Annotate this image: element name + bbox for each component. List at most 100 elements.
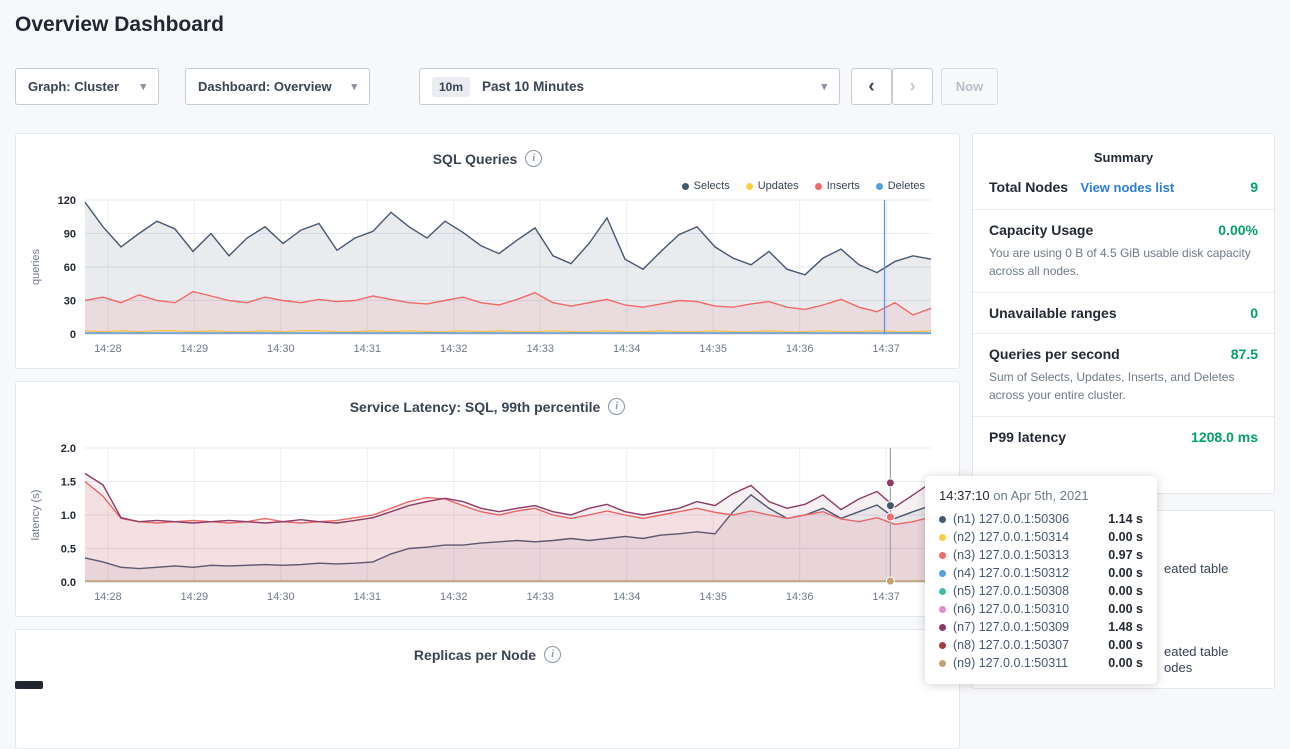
service-latency-title: Service Latency: SQL, 99th percentile i: [16, 398, 959, 415]
time-next-button[interactable]: ›: [892, 68, 933, 105]
partial-tooltip-element: [15, 681, 43, 689]
svg-text:14:36: 14:36: [786, 343, 814, 355]
tooltip-node-label: (n9) 127.0.0.1:50311: [953, 656, 1101, 670]
legend-item-updates[interactable]: Updates: [746, 180, 799, 192]
svg-text:14:36: 14:36: [786, 591, 814, 603]
svg-text:14:29: 14:29: [181, 343, 209, 355]
tooltip-node-value: 0.00 s: [1108, 602, 1143, 616]
time-range-badge: 10m: [432, 77, 470, 97]
chart-title-text: Service Latency: SQL, 99th percentile: [350, 399, 601, 415]
svg-text:14:35: 14:35: [699, 591, 727, 603]
summary-row-label: Queries per second: [989, 346, 1120, 362]
node-color-dot: [939, 624, 946, 631]
chevron-left-icon: ‹: [868, 76, 874, 98]
tooltip-node-value: 1.48 s: [1108, 620, 1143, 634]
dashboard-dropdown[interactable]: Dashboard: Overview ▾: [185, 68, 370, 105]
chevron-right-icon: ›: [909, 76, 915, 98]
summary-row-label: P99 latency: [989, 429, 1066, 445]
svg-text:0.0: 0.0: [61, 577, 76, 589]
summary-row-p99-latency: P99 latency 1208.0 ms: [973, 417, 1274, 457]
svg-text:latency (s): latency (s): [30, 490, 42, 541]
tooltip-node-value: 0.00 s: [1108, 584, 1143, 598]
tooltip-date: on Apr 5th, 2021: [990, 488, 1089, 503]
tooltip-row: (n4) 127.0.0.1:50312 0.00 s: [939, 564, 1143, 582]
svg-text:1.0: 1.0: [61, 510, 76, 522]
time-range-dropdown[interactable]: 10m Past 10 Minutes ▾: [419, 68, 840, 105]
node-color-dot: [939, 606, 946, 613]
svg-text:14:33: 14:33: [526, 591, 554, 603]
summary-row-subtext: You are using 0 B of 4.5 GiB usable disk…: [989, 244, 1258, 280]
svg-text:14:34: 14:34: [613, 591, 641, 603]
svg-text:2.0: 2.0: [61, 443, 76, 455]
info-icon[interactable]: i: [544, 646, 561, 663]
tooltip-timestamp: 14:37:10 on Apr 5th, 2021: [939, 488, 1143, 503]
tooltip-node-label: (n1) 127.0.0.1:50306: [953, 512, 1101, 526]
tooltip-node-value: 0.00 s: [1108, 566, 1143, 580]
graph-dropdown[interactable]: Graph: Cluster ▾: [15, 68, 159, 105]
svg-text:14:31: 14:31: [354, 591, 382, 603]
info-icon[interactable]: i: [525, 150, 542, 167]
series-color-dot: [815, 183, 822, 190]
summary-row-value: 0: [1250, 305, 1258, 321]
legend-item-deletes[interactable]: Deletes: [876, 180, 925, 192]
svg-text:1.5: 1.5: [61, 477, 76, 489]
summary-card: Summary Total Nodes View nodes list 9 Ca…: [972, 133, 1275, 494]
tooltip-node-label: (n6) 127.0.0.1:50310: [953, 602, 1101, 616]
tooltip-node-label: (n2) 127.0.0.1:50314: [953, 530, 1101, 544]
svg-text:60: 60: [64, 262, 76, 274]
tooltip-node-value: 0.00 s: [1108, 638, 1143, 652]
view-nodes-list-link[interactable]: View nodes list: [1081, 180, 1175, 195]
series-color-dot: [746, 183, 753, 190]
chevron-down-icon: ▾: [140, 80, 146, 93]
event-row-fragment[interactable]: eated table: [1164, 644, 1228, 659]
graph-dropdown-label: Graph: Cluster: [28, 79, 119, 94]
tooltip-node-value: 0.97 s: [1108, 548, 1143, 562]
event-row-fragment[interactable]: odes: [1164, 660, 1192, 675]
series-color-dot: [682, 183, 689, 190]
tooltip-node-value: 0.00 s: [1108, 530, 1143, 544]
summary-row-label: Capacity Usage: [989, 222, 1093, 238]
summary-row-total-nodes: Total Nodes View nodes list 9: [973, 167, 1274, 210]
legend-item-inserts[interactable]: Inserts: [815, 180, 860, 192]
node-color-dot: [939, 660, 946, 667]
replicas-per-node-title: Replicas per Node i: [16, 646, 959, 663]
legend-label: Inserts: [827, 180, 860, 192]
time-prev-button[interactable]: ‹: [851, 68, 892, 105]
svg-text:14:34: 14:34: [613, 343, 641, 355]
replicas-per-node-panel: Replicas per Node i: [15, 629, 960, 749]
service-latency-chart[interactable]: 14:2814:2914:3014:3114:3214:3314:3414:35…: [23, 440, 953, 606]
summary-row-value: 87.5: [1231, 346, 1258, 362]
tooltip-time: 14:37:10: [939, 488, 990, 503]
node-color-dot: [939, 570, 946, 577]
summary-row-label: Total Nodes: [989, 179, 1068, 195]
tooltip-node-value: 0.00 s: [1108, 656, 1143, 670]
info-icon[interactable]: i: [608, 398, 625, 415]
svg-text:30: 30: [64, 296, 76, 308]
svg-text:14:32: 14:32: [440, 591, 468, 603]
tooltip-node-label: (n3) 127.0.0.1:50313: [953, 548, 1101, 562]
chevron-down-icon: ▾: [351, 80, 357, 93]
event-row-fragment[interactable]: eated table: [1164, 561, 1228, 576]
time-range-label: Past 10 Minutes: [482, 79, 584, 94]
svg-text:14:31: 14:31: [354, 343, 382, 355]
summary-title: Summary: [973, 150, 1274, 165]
summary-row-capacity-usage: Capacity Usage 0.00% You are using 0 B o…: [973, 210, 1274, 293]
summary-row-value: 9: [1250, 179, 1258, 195]
sql-queries-chart[interactable]: 14:2814:2914:3014:3114:3214:3314:3414:35…: [23, 192, 953, 358]
service-latency-panel: Service Latency: SQL, 99th percentile i …: [15, 381, 960, 617]
svg-text:queries: queries: [30, 248, 42, 285]
tooltip-node-label: (n4) 127.0.0.1:50312: [953, 566, 1101, 580]
page-title: Overview Dashboard: [15, 13, 224, 37]
legend-item-selects[interactable]: Selects: [682, 180, 730, 192]
chart-title-text: SQL Queries: [433, 151, 518, 167]
dashboard-dropdown-label: Dashboard: Overview: [198, 79, 332, 94]
sql-queries-panel: SQL Queries i Selects Updates Inserts De…: [15, 133, 960, 369]
tooltip-row: (n9) 127.0.0.1:50311 0.00 s: [939, 654, 1143, 672]
svg-text:14:28: 14:28: [94, 343, 122, 355]
svg-text:14:30: 14:30: [267, 591, 295, 603]
now-button[interactable]: Now: [941, 68, 998, 105]
node-color-dot: [939, 588, 946, 595]
svg-text:14:28: 14:28: [94, 591, 122, 603]
chart-hover-tooltip: 14:37:10 on Apr 5th, 2021 (n1) 127.0.0.1…: [925, 476, 1157, 684]
sql-queries-title: SQL Queries i: [16, 150, 959, 167]
